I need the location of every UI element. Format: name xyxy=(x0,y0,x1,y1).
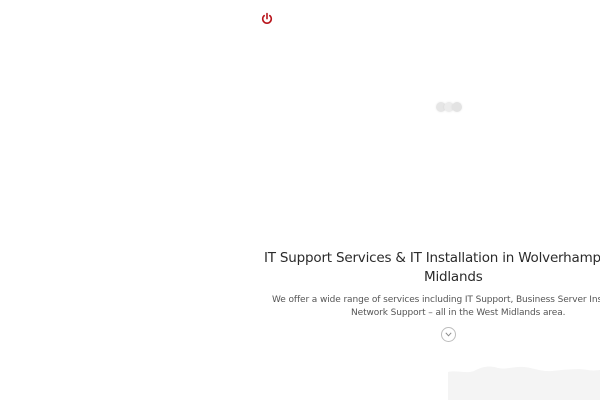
power-icon[interactable] xyxy=(260,12,274,26)
hero-title-line2: Midlands xyxy=(424,269,483,285)
hero-title: IT Support Services & IT Installation in… xyxy=(264,249,600,287)
page: IT Support Services & IT Installation in… xyxy=(0,0,600,400)
hero-subtitle-line1: We offer a wide range of services includ… xyxy=(272,295,600,305)
chevron-down-icon xyxy=(445,332,452,337)
scroll-down-button[interactable] xyxy=(441,327,456,342)
loading-dot xyxy=(452,102,462,112)
hills-decoration xyxy=(448,366,600,400)
hero-title-line1: IT Support Services & IT Installation in… xyxy=(264,250,600,266)
loading-indicator xyxy=(435,101,465,114)
hero-subtitle: We offer a wide range of services includ… xyxy=(272,294,600,320)
hero-subtitle-line2: Network Support – all in the West Midlan… xyxy=(351,308,566,318)
